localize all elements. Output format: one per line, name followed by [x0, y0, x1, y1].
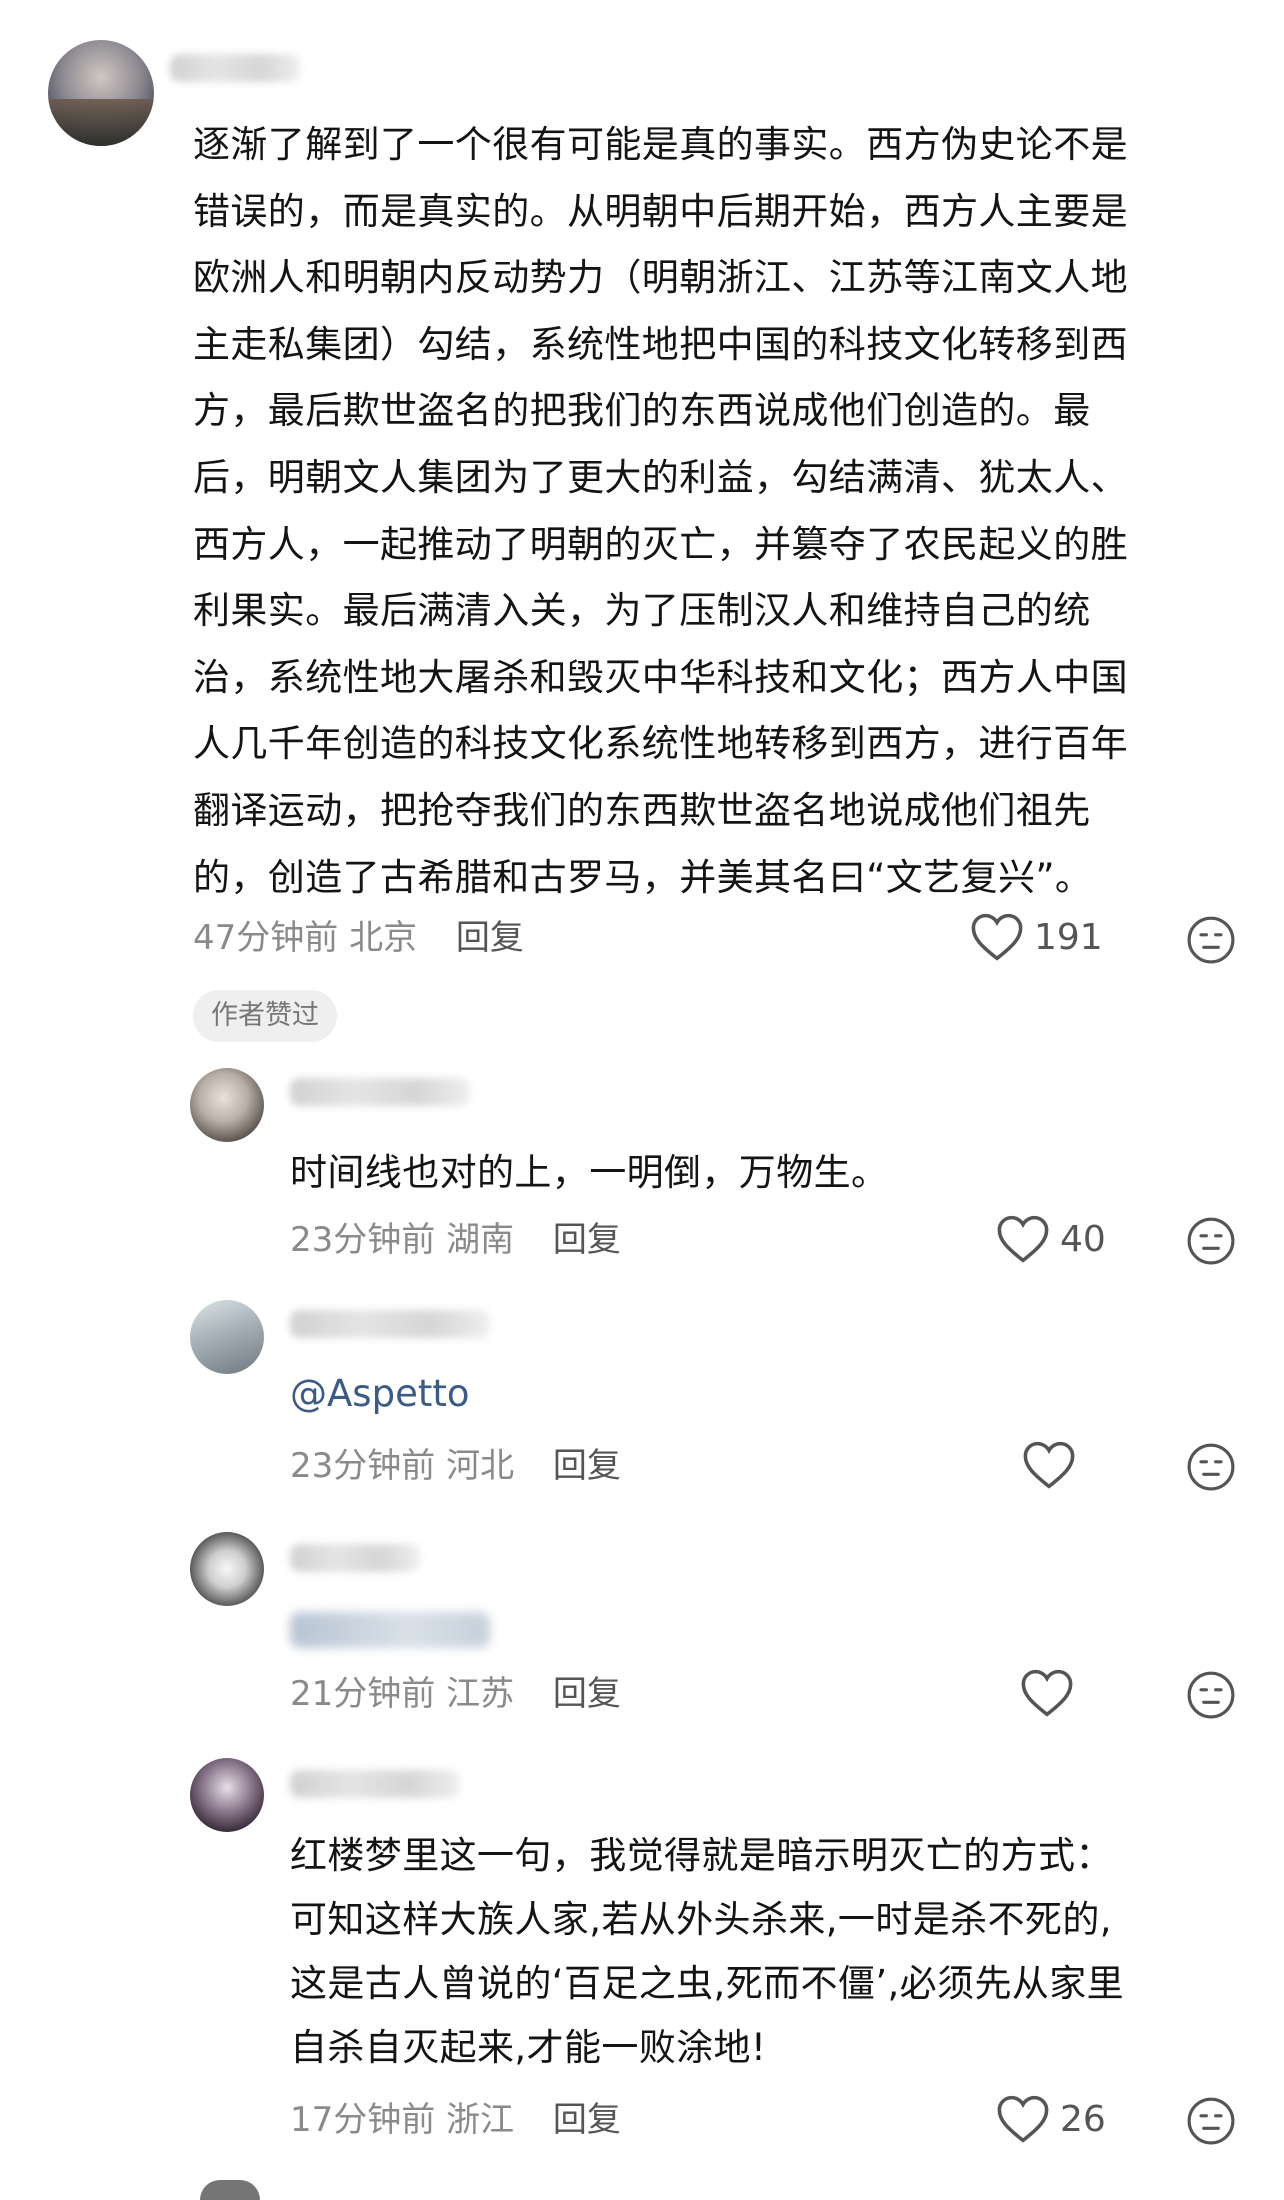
comment-text: 逐渐了解到了一个很有可能是真的事实。西方伪史论不是 错误的，而是真实的。从明朝中…: [193, 123, 1128, 899]
like-button[interactable]: 40: [996, 1214, 1106, 1264]
avatar[interactable]: [190, 1758, 264, 1832]
avatar[interactable]: [48, 40, 154, 146]
comment-meta: 17分钟前 浙江 回复: [290, 2100, 621, 2140]
like-count: 40: [1060, 1218, 1106, 1260]
username-blurred[interactable]: [290, 1310, 490, 1338]
comment-meta: 23分钟前 河北 回复: [290, 1446, 621, 1486]
like-button[interactable]: [1022, 1440, 1086, 1490]
comment-meta: 23分钟前 湖南 回复: [290, 1220, 621, 1260]
reply-button[interactable]: 回复: [553, 1220, 621, 1260]
comment-meta: 21分钟前 江苏 回复: [290, 1674, 621, 1714]
neutral-face-icon[interactable]: [1186, 915, 1236, 965]
heart-outline-icon: [971, 913, 1023, 961]
username-blurred[interactable]: [290, 1544, 420, 1572]
mention-blurred[interactable]: [290, 1612, 490, 1648]
comment-time: 17分钟前: [290, 2100, 436, 2140]
comment-location: 浙江: [446, 2100, 515, 2140]
avatar[interactable]: [190, 1300, 264, 1374]
reply-button[interactable]: 回复: [553, 1446, 621, 1486]
reply-button[interactable]: 回复: [553, 1674, 621, 1714]
comment-text: 时间线也对的上，一明倒，万物生。: [290, 1151, 889, 1194]
reply-button[interactable]: 回复: [553, 2100, 621, 2140]
avatar[interactable]: [190, 1068, 264, 1142]
reply-button[interactable]: 回复: [456, 918, 524, 958]
comment-location: 河北: [446, 1446, 515, 1486]
like-count: 26: [1060, 2098, 1106, 2140]
username-blurred[interactable]: [290, 1078, 470, 1106]
like-count: 191: [1034, 916, 1103, 958]
comment-time: 47分钟前: [193, 918, 339, 958]
heart-outline-icon: [997, 2095, 1049, 2143]
like-button[interactable]: 191: [970, 912, 1103, 962]
mention-link[interactable]: @Aspetto: [290, 1372, 470, 1416]
heart-outline-icon: [997, 1215, 1049, 1263]
comment-location: 北京: [349, 918, 418, 958]
comment-text: 红楼梦里这一句，我觉得就是暗示明灭亡的方式： 可知这样大族人家,若从外头杀来,一…: [290, 1834, 1125, 2069]
neutral-face-icon[interactable]: [1186, 1670, 1236, 1720]
comment-time: 23分钟前: [290, 1446, 436, 1486]
comment-feed: 逐渐了解到了一个很有可能是真的事实。西方伪史论不是 错误的，而是真实的。从明朝中…: [0, 0, 1284, 2200]
like-button[interactable]: 26: [996, 2094, 1106, 2144]
avatar[interactable]: [190, 1532, 264, 1606]
comment-location: 湖南: [446, 1220, 515, 1260]
like-button[interactable]: [1020, 1668, 1084, 1718]
comment-location: 江苏: [446, 1674, 515, 1714]
heart-outline-icon: [1021, 1669, 1073, 1717]
comment-time: 21分钟前: [290, 1674, 436, 1714]
username-blurred[interactable]: [170, 54, 300, 82]
comment-time: 23分钟前: [290, 1220, 436, 1260]
author-liked-badge: 作者赞过: [193, 990, 337, 1042]
neutral-face-icon[interactable]: [1186, 1442, 1236, 1492]
username-blurred[interactable]: [290, 1770, 460, 1798]
avatar[interactable]: [200, 2180, 260, 2200]
heart-outline-icon: [1023, 1441, 1075, 1489]
comment-meta: 47分钟前 北京 回复: [193, 918, 524, 958]
neutral-face-icon[interactable]: [1186, 1216, 1236, 1266]
neutral-face-icon[interactable]: [1186, 2096, 1236, 2146]
